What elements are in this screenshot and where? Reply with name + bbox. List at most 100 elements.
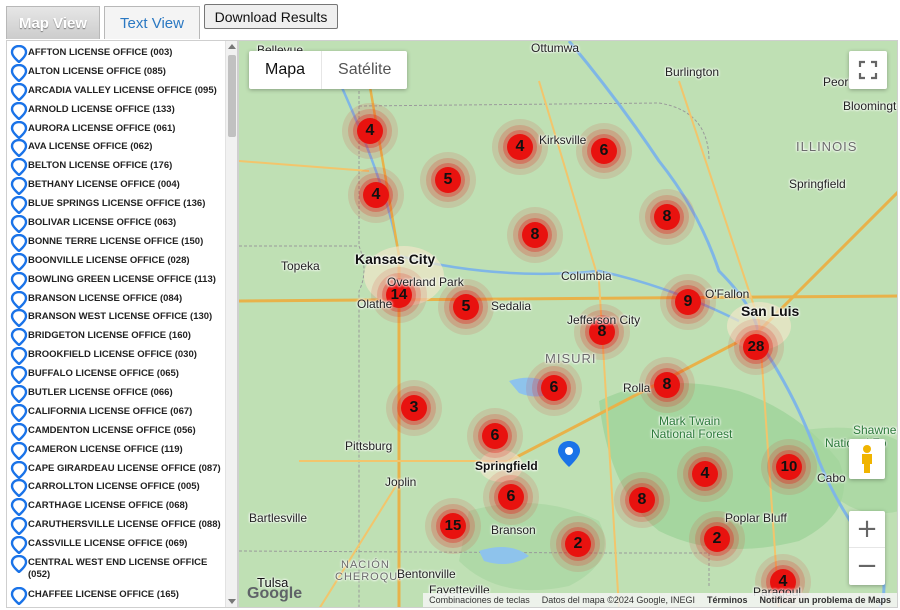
tab-map-view[interactable]: Map View (6, 6, 100, 39)
list-item[interactable]: CENTRAL WEST END LICENSE OFFICE (052) (7, 555, 225, 589)
keyboard-shortcuts-link[interactable]: Combinaciones de teclas (429, 593, 530, 607)
map-type-map-button[interactable]: Mapa (249, 51, 321, 89)
list-item-label: BONNE TERRE LICENSE OFFICE (150) (28, 235, 204, 247)
cluster-count: 4 (515, 138, 525, 155)
list-item[interactable]: BLUE SPRINGS LICENSE OFFICE (136) (7, 196, 225, 217)
list-item[interactable]: BRANSON LICENSE OFFICE (084) (7, 290, 225, 312)
list-item[interactable]: BROOKFIELD LICENSE OFFICE (030) (7, 347, 225, 368)
list-item-label: CASSVILLE LICENSE OFFICE (069) (28, 538, 188, 550)
list-item[interactable]: CAMERON LICENSE OFFICE (119) (7, 441, 225, 463)
list-item-label: CALIFORNIA LICENSE OFFICE (067) (28, 405, 193, 417)
street-view-pegman-button[interactable] (849, 439, 885, 479)
list-item[interactable]: BOLIVAR LICENSE OFFICE (063) (7, 215, 225, 236)
list-item[interactable]: BUTLER LICENSE OFFICE (066) (7, 385, 225, 406)
list-item[interactable]: CALIFORNIA LICENSE OFFICE (067) (7, 403, 225, 425)
download-results-button[interactable]: Download Results (204, 4, 338, 29)
list-item-label: BROOKFIELD LICENSE OFFICE (030) (28, 349, 197, 361)
location-pin-icon (10, 536, 28, 555)
map-type-control: Mapa Satélite (249, 51, 408, 89)
list-item-label: AVA LICENSE OFFICE (062) (28, 141, 153, 153)
list-item[interactable]: CASSVILLE LICENSE OFFICE (069) (7, 536, 225, 557)
location-pin-icon (10, 366, 28, 385)
list-item[interactable]: BUFFALO LICENSE OFFICE (065) (7, 366, 225, 387)
location-pin-icon (10, 290, 28, 309)
list-item-label: BRIDGETON LICENSE OFFICE (160) (28, 330, 191, 342)
list-item-label: CARTHAGE LICENSE OFFICE (068) (28, 500, 188, 512)
location-pin-icon (10, 587, 28, 606)
list-item-label: AFFTON LICENSE OFFICE (003) (28, 47, 173, 58)
list-item-label: BUFFALO LICENSE OFFICE (065) (28, 368, 179, 380)
list-item[interactable]: BELTON LICENSE OFFICE (176) (7, 158, 225, 179)
map-canvas[interactable]: Ottumwa Burlington Peoria Bellevue Bloom… (238, 40, 898, 608)
list-item[interactable]: CHAFFEE LICENSE OFFICE (165) (7, 587, 225, 607)
list-item-label: BOONVILLE LICENSE OFFICE (028) (28, 254, 190, 266)
list-item[interactable]: CARTHAGE LICENSE OFFICE (068) (7, 498, 225, 519)
scroll-down-arrow-icon[interactable] (228, 599, 236, 604)
list-item[interactable]: CARUTHERSVILLE LICENSE OFFICE (088) (7, 517, 225, 538)
map-type-satellite-button[interactable]: Satélite (321, 51, 407, 89)
place-label: Bloomingtor (843, 99, 897, 113)
list-item[interactable]: BOONVILLE LICENSE OFFICE (028) (7, 252, 225, 274)
place-label: ILLINOIS (796, 139, 858, 154)
place-label: Springfield (475, 459, 538, 473)
cluster-count: 28 (747, 338, 765, 355)
location-pin-icon (10, 498, 28, 517)
zoom-in-button[interactable]: + (849, 511, 885, 548)
list-item-label: BOWLING GREEN LICENSE OFFICE (113) (28, 273, 216, 285)
list-item-label: BOLIVAR LICENSE OFFICE (063) (28, 217, 177, 229)
location-pin-icon (10, 309, 28, 328)
list-item[interactable]: BETHANY LICENSE OFFICE (004) (7, 177, 225, 198)
list-item-label: CHAFFEE LICENSE OFFICE (165) (28, 589, 179, 601)
location-pin-icon (10, 158, 28, 177)
list-item[interactable]: AVA LICENSE OFFICE (062) (7, 139, 225, 160)
place-label: Kansas City (355, 251, 436, 267)
location-pin-icon (10, 517, 28, 536)
place-label: Sedalia (491, 299, 532, 313)
cluster-count: 8 (662, 208, 672, 225)
fullscreen-button[interactable] (849, 51, 887, 89)
list-item[interactable]: ALTON LICENSE OFFICE (085) (7, 63, 225, 85)
cluster-count: 4 (778, 573, 788, 590)
report-problem-link[interactable]: Notificar un problema de Maps (759, 593, 891, 607)
location-pin-icon (10, 177, 28, 196)
place-label: CHEROQUI (335, 571, 403, 583)
list-item[interactable]: BOWLING GREEN LICENSE OFFICE (113) (7, 271, 225, 293)
list-item-label: ALTON LICENSE OFFICE (085) (28, 65, 166, 77)
list-item[interactable]: AFFTON LICENSE OFFICE (003) (7, 45, 225, 66)
list-item[interactable]: CARROLLTON LICENSE OFFICE (005) (7, 479, 225, 500)
list-item[interactable]: ARNOLD LICENSE OFFICE (133) (7, 101, 225, 123)
cluster-count: 4 (371, 186, 381, 203)
location-pin-icon (10, 422, 28, 441)
location-pin-icon (10, 252, 28, 271)
list-item-label: CARROLLTON LICENSE OFFICE (005) (28, 481, 200, 493)
tab-text-view[interactable]: Text View (104, 6, 200, 39)
list-item[interactable]: BRANSON WEST LICENSE OFFICE (130) (7, 309, 225, 330)
list-item[interactable]: CAPE GIRARDEAU LICENSE OFFICE (087) (7, 460, 225, 482)
view-tabs: Map View Text View Download Results (0, 0, 900, 40)
terms-link[interactable]: Términos (707, 593, 748, 607)
place-label: Cabo (817, 471, 846, 485)
place-label: O'Fallon (705, 287, 750, 301)
zoom-out-button[interactable]: − (849, 548, 885, 585)
scroll-thumb[interactable] (228, 55, 236, 137)
list-scrollbar[interactable] (225, 41, 237, 607)
place-label: Kirksville (539, 133, 587, 147)
list-item-label: AURORA LICENSE OFFICE (061) (28, 122, 176, 134)
location-pin-icon (10, 385, 28, 404)
list-item[interactable]: ARCADIA VALLEY LICENSE OFFICE (095) (7, 82, 225, 104)
list-item[interactable]: AURORA LICENSE OFFICE (061) (7, 120, 225, 142)
cluster-count: 8 (530, 226, 540, 243)
list-item[interactable]: BONNE TERRE LICENSE OFFICE (150) (7, 233, 225, 255)
cluster-count: 8 (597, 323, 607, 340)
location-pin-icon (10, 555, 28, 574)
google-logo: Google (247, 585, 303, 602)
cluster-count: 6 (506, 488, 516, 505)
place-label: Springfield (789, 177, 846, 191)
cluster-count: 4 (700, 465, 710, 482)
list-item[interactable]: CAMDENTON LICENSE OFFICE (056) (7, 422, 225, 444)
location-pin-icon (10, 347, 28, 366)
location-pin-icon (10, 82, 28, 101)
scroll-up-arrow-icon[interactable] (228, 44, 236, 49)
location-pin-icon (10, 403, 28, 422)
list-item[interactable]: BRIDGETON LICENSE OFFICE (160) (7, 328, 225, 349)
